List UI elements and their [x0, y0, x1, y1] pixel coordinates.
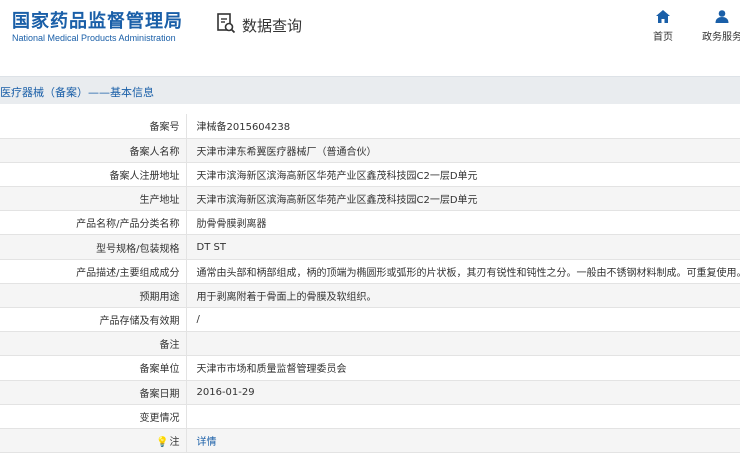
row-label: 备案号	[0, 114, 187, 139]
row-label: 产品存储及有效期	[0, 307, 187, 333]
nav-home[interactable]: 首页	[643, 10, 683, 43]
row-label: 型号规格/包装规格	[0, 234, 187, 260]
row-label: 产品描述/主要组成成分	[0, 259, 187, 284]
section-title-bar: 医疗器械（备案）——基本信息	[0, 76, 740, 104]
row-value	[186, 331, 740, 357]
row-value	[186, 404, 740, 429]
row-label: 备案人注册地址	[0, 162, 187, 188]
row-value: DT ST	[186, 234, 740, 260]
row-value: 通常由头部和柄部组成，柄的顶端为椭圆形或弧形的片状板，其刃有锐性和钝性之分。一般…	[186, 259, 740, 284]
table-row: 备案日期 2016-01-29	[0, 380, 740, 405]
table-row: 备案人注册地址 天津市滨海新区滨海高新区华苑产业区鑫茂科技园C2一层D单元	[0, 162, 740, 188]
nav-gov-service-label: 政务服务	[702, 32, 740, 43]
data-query-icon	[216, 12, 236, 38]
row-label: 注	[169, 437, 180, 449]
row-label: 产品名称/产品分类名称	[0, 210, 187, 236]
user-icon	[715, 10, 729, 23]
row-value: 天津市津东希翼医疗器械厂（普通合伙）	[186, 138, 740, 163]
row-value: 肋骨骨膜剥离器	[186, 210, 740, 236]
data-query-link[interactable]: 数据查询	[216, 12, 302, 38]
row-label: 备注	[0, 331, 187, 357]
home-icon	[656, 10, 670, 23]
lightbulb-icon: 💡	[156, 437, 169, 449]
note-label-cell: 💡注	[0, 428, 187, 454]
nav-gov-service[interactable]: 政务服务	[702, 10, 740, 43]
row-label: 备案单位	[0, 355, 187, 381]
details-link[interactable]: 详情	[186, 428, 740, 454]
row-label: 备案日期	[0, 380, 187, 405]
row-value: 天津市市场和质量监督管理委员会	[186, 355, 740, 381]
site-logo-cn[interactable]: 国家药品监督管理局	[12, 7, 183, 33]
site-header: 国家药品监督管理局 National Medical Products Admi…	[0, 0, 740, 60]
table-row: 备注	[0, 331, 740, 357]
nav-home-label: 首页	[653, 32, 673, 43]
row-label: 变更情况	[0, 404, 187, 429]
row-value: 天津市滨海新区滨海高新区华苑产业区鑫茂科技园C2一层D单元	[186, 186, 740, 212]
table-row: 变更情况	[0, 404, 740, 429]
table-row: 产品存储及有效期 /	[0, 307, 740, 333]
row-value: 天津市滨海新区滨海高新区华苑产业区鑫茂科技园C2一层D单元	[186, 162, 740, 188]
row-label: 备案人名称	[0, 138, 187, 163]
table-row: 产品描述/主要组成成分 通常由头部和柄部组成，柄的顶端为椭圆形或弧形的片状板，其…	[0, 259, 740, 284]
table-row: 备案人名称 天津市津东希翼医疗器械厂（普通合伙）	[0, 138, 740, 163]
row-label: 生产地址	[0, 186, 187, 212]
data-query-label: 数据查询	[242, 16, 303, 35]
site-logo-en[interactable]: National Medical Products Administration	[12, 33, 176, 43]
table-row: 产品名称/产品分类名称 肋骨骨膜剥离器	[0, 210, 740, 236]
page-title: 医疗器械（备案）——基本信息	[0, 86, 154, 99]
table-row: 💡注 详情	[0, 428, 740, 454]
table-row: 备案单位 天津市市场和质量监督管理委员会	[0, 355, 740, 381]
row-value: 用于剥离附着于骨面上的骨膜及软组织。	[186, 283, 740, 309]
table-row: 预期用途 用于剥离附着于骨面上的骨膜及软组织。	[0, 283, 740, 309]
row-label: 预期用途	[0, 283, 187, 309]
row-value: /	[186, 307, 740, 333]
table-row: 备案号 津械备2015604238	[0, 114, 740, 139]
table-row: 型号规格/包装规格 DT ST	[0, 234, 740, 260]
basic-info-table: 备案号 津械备2015604238 备案人名称 天津市津东希翼医疗器械厂（普通合…	[0, 114, 740, 454]
row-value: 2016-01-29	[186, 380, 740, 405]
row-value: 津械备2015604238	[186, 114, 740, 139]
table-row: 生产地址 天津市滨海新区滨海高新区华苑产业区鑫茂科技园C2一层D单元	[0, 186, 740, 212]
